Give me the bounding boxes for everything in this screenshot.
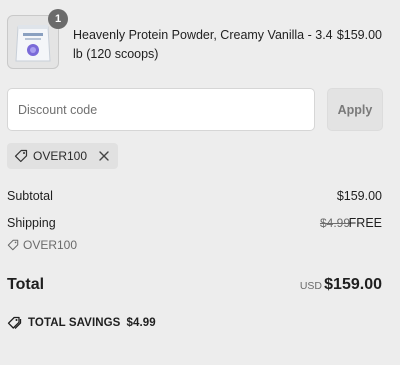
total-label: Total — [7, 276, 45, 293]
discount-code-input[interactable] — [7, 88, 315, 131]
shipping-original-price: $4.99 — [319, 216, 350, 230]
shipping-discount-code: OVER100 — [23, 238, 78, 252]
total-value: $159.00 — [324, 276, 382, 293]
total-currency: USD — [299, 280, 322, 292]
applied-discount-chip: OVER100 — [7, 143, 119, 169]
tag-icon — [14, 149, 28, 163]
applied-discount-code: OVER100 — [33, 149, 88, 163]
savings-label: TOTAL SAVINGS — [28, 317, 121, 329]
product-image — [15, 25, 51, 62]
quantity-badge: 1 — [48, 9, 68, 29]
tag-icon — [7, 239, 19, 251]
product-name: Heavenly Protein Powder, Creamy Vanilla … — [73, 28, 333, 61]
subtotal-label: Subtotal — [7, 189, 53, 203]
close-icon[interactable] — [98, 150, 110, 162]
total-savings: TOTAL SAVINGS $4.99 — [7, 316, 156, 330]
tags-icon — [7, 316, 22, 329]
product-price: $159.00 — [336, 28, 382, 42]
shipping-value: FREE — [348, 216, 382, 230]
shipping-label: Shipping — [7, 216, 56, 230]
savings-value: $4.99 — [126, 317, 156, 329]
apply-button[interactable]: Apply — [327, 88, 383, 131]
shipping-discount: OVER100 — [7, 238, 77, 252]
subtotal-value: $159.00 — [336, 189, 382, 203]
